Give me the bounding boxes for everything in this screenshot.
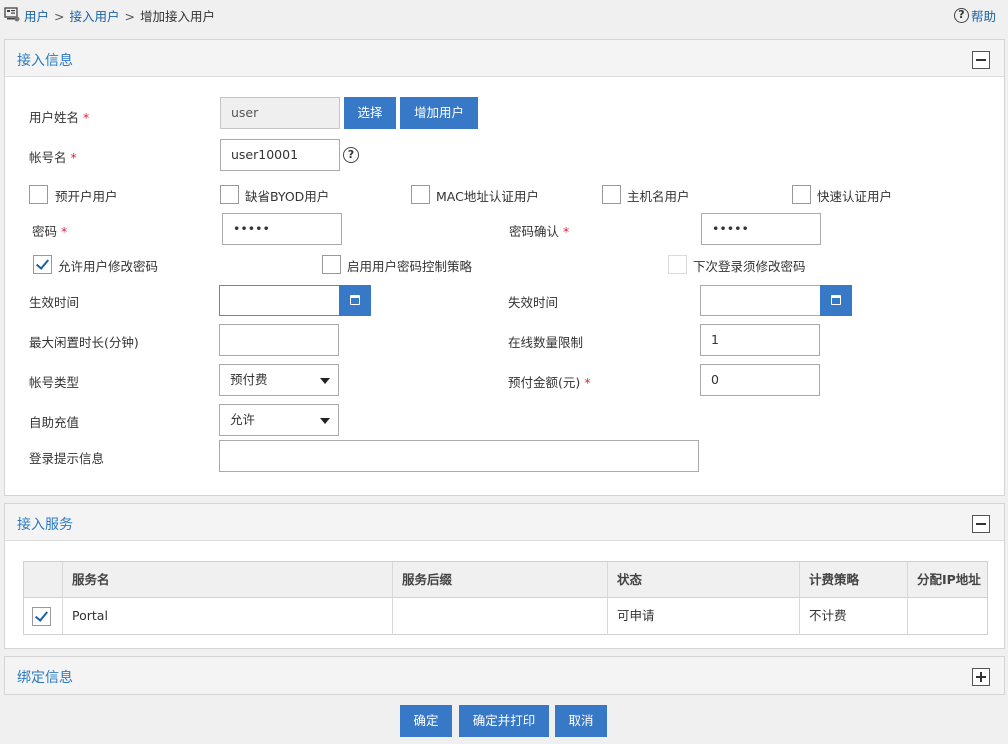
default-byod-checkbox[interactable] bbox=[220, 185, 239, 204]
assign-ip-cell bbox=[907, 598, 987, 634]
password-confirm-label: 密码确认 * bbox=[509, 224, 570, 239]
account-type-label: 帐号类型 bbox=[29, 375, 80, 390]
help-link[interactable]: ? 帮助 bbox=[953, 6, 996, 25]
username-label: 用户姓名 * bbox=[29, 110, 90, 125]
account-label: 帐号名 * bbox=[29, 150, 77, 165]
prepaid-amount-input[interactable]: 0 bbox=[700, 364, 820, 396]
add-user-button[interactable]: 增加用户 bbox=[400, 97, 478, 129]
account-type-value: 预付费 bbox=[230, 372, 268, 387]
status-cell: 可申请 bbox=[607, 598, 799, 634]
mac-auth-label: MAC地址认证用户 bbox=[436, 189, 539, 204]
hostname-user-label: 主机名用户 bbox=[627, 189, 690, 204]
expire-time-input[interactable] bbox=[700, 285, 821, 316]
collapse-icon[interactable] bbox=[972, 515, 990, 533]
select-column-header bbox=[24, 562, 62, 598]
binding-info-panel: 绑定信息 bbox=[4, 656, 1005, 695]
password-policy-label: 启用用户密码控制策略 bbox=[347, 259, 473, 274]
online-limit-input[interactable]: 1 bbox=[700, 324, 820, 356]
top-bar: 用户 > 接入用户 > 增加接入用户 ? 帮助 bbox=[0, 0, 1008, 32]
change-on-next-login-label: 下次登录须修改密码 bbox=[693, 259, 806, 274]
service-name-cell: Portal bbox=[62, 598, 392, 634]
max-idle-input[interactable] bbox=[219, 324, 339, 356]
access-service-title: 接入服务 bbox=[17, 517, 73, 533]
chevron-down-icon bbox=[320, 378, 330, 384]
access-service-panel: 接入服务 服务名 服务后缀 状态 计费策略 分配IP地址 Portal 可申请 … bbox=[4, 503, 1005, 649]
binding-info-header[interactable]: 绑定信息 bbox=[5, 657, 1004, 694]
column-header-assign-ip: 分配IP地址 bbox=[907, 562, 987, 598]
collapse-icon[interactable] bbox=[972, 51, 990, 69]
column-header-billing-policy: 计费策略 bbox=[799, 562, 907, 598]
breadcrumb: 用户 > 接入用户 > 增加接入用户 bbox=[24, 6, 215, 25]
billing-policy-cell: 不计费 bbox=[799, 598, 907, 634]
column-header-status: 状态 bbox=[607, 562, 799, 598]
column-header-service-name: 服务名 bbox=[62, 562, 392, 598]
account-name-input[interactable]: user10001 bbox=[220, 139, 340, 171]
online-limit-label: 在线数量限制 bbox=[508, 335, 584, 350]
table-row[interactable]: Portal 可申请 不计费 bbox=[24, 598, 987, 634]
change-on-next-login-checkbox[interactable] bbox=[668, 255, 687, 274]
account-type-select[interactable]: 预付费 bbox=[219, 364, 339, 396]
access-info-header: 接入信息 bbox=[5, 40, 1004, 77]
allow-modify-password-checkbox[interactable] bbox=[33, 255, 52, 274]
fast-auth-checkbox[interactable] bbox=[792, 185, 811, 204]
row-select-cell bbox=[24, 598, 62, 634]
access-info-title: 接入信息 bbox=[17, 53, 73, 69]
service-table: 服务名 服务后缀 状态 计费策略 分配IP地址 Portal 可申请 不计费 bbox=[23, 561, 988, 635]
column-header-service-suffix: 服务后缀 bbox=[392, 562, 607, 598]
access-info-panel: 接入信息 用户姓名 * user 选择 增加用户 帐号名 * user10001 ?… bbox=[4, 39, 1005, 496]
password-label: 密码 * bbox=[32, 224, 68, 239]
password-policy-checkbox[interactable] bbox=[322, 255, 341, 274]
self-recharge-select[interactable]: 允许 bbox=[219, 404, 339, 436]
expire-time-calendar-button[interactable] bbox=[820, 285, 852, 316]
breadcrumb-item-access-users[interactable]: 接入用户 bbox=[70, 9, 120, 24]
breadcrumb-item-users[interactable]: 用户 bbox=[24, 9, 49, 24]
effective-time-label: 生效时间 bbox=[29, 295, 80, 310]
confirm-print-button[interactable]: 确定并打印 bbox=[459, 705, 549, 737]
user-management-icon bbox=[4, 7, 20, 22]
login-message-label: 登录提示信息 bbox=[29, 451, 105, 466]
username-field: user bbox=[220, 97, 340, 129]
breadcrumb-current-page: 增加接入用户 bbox=[140, 9, 216, 24]
hostname-user-checkbox[interactable] bbox=[602, 185, 621, 204]
breadcrumb-separator: > bbox=[54, 9, 65, 24]
self-recharge-value: 允许 bbox=[230, 412, 256, 427]
mac-auth-checkbox[interactable] bbox=[411, 185, 430, 204]
cancel-button[interactable]: 取消 bbox=[555, 705, 607, 737]
fast-auth-label: 快速认证用户 bbox=[817, 189, 893, 204]
password-input[interactable]: ••••• bbox=[222, 213, 342, 245]
binding-info-title: 绑定信息 bbox=[17, 670, 73, 686]
help-label: 帮助 bbox=[970, 9, 996, 24]
effective-time-calendar-button[interactable] bbox=[339, 285, 371, 316]
select-user-button[interactable]: 选择 bbox=[344, 97, 396, 129]
confirm-button[interactable]: 确定 bbox=[400, 705, 452, 737]
prepaid-amount-label: 预付金额(元) * bbox=[508, 375, 591, 390]
service-suffix-cell bbox=[392, 598, 607, 634]
effective-time-input[interactable] bbox=[219, 285, 340, 316]
table-header-row: 服务名 服务后缀 状态 计费策略 分配IP地址 bbox=[24, 562, 987, 598]
preopen-user-label: 预开户用户 bbox=[55, 189, 118, 204]
default-byod-label: 缺省BYOD用户 bbox=[245, 189, 330, 204]
max-idle-label: 最大闲置时长(分钟) bbox=[29, 335, 139, 350]
calendar-icon bbox=[350, 295, 360, 305]
expand-icon[interactable] bbox=[972, 668, 990, 686]
help-icon: ? bbox=[953, 8, 969, 23]
self-recharge-label: 自助充值 bbox=[29, 415, 80, 430]
chevron-down-icon bbox=[320, 418, 330, 424]
question-icon[interactable]: ? bbox=[343, 147, 359, 163]
breadcrumb-separator: > bbox=[124, 9, 135, 24]
login-message-input[interactable] bbox=[219, 440, 699, 472]
row-checkbox[interactable] bbox=[32, 607, 51, 626]
allow-modify-password-label: 允许用户修改密码 bbox=[58, 259, 159, 274]
access-service-header: 接入服务 bbox=[5, 504, 1004, 541]
expire-time-label: 失效时间 bbox=[508, 295, 559, 310]
calendar-icon bbox=[831, 295, 841, 305]
password-confirm-input[interactable]: ••••• bbox=[701, 213, 821, 245]
preopen-user-checkbox[interactable] bbox=[29, 185, 48, 204]
